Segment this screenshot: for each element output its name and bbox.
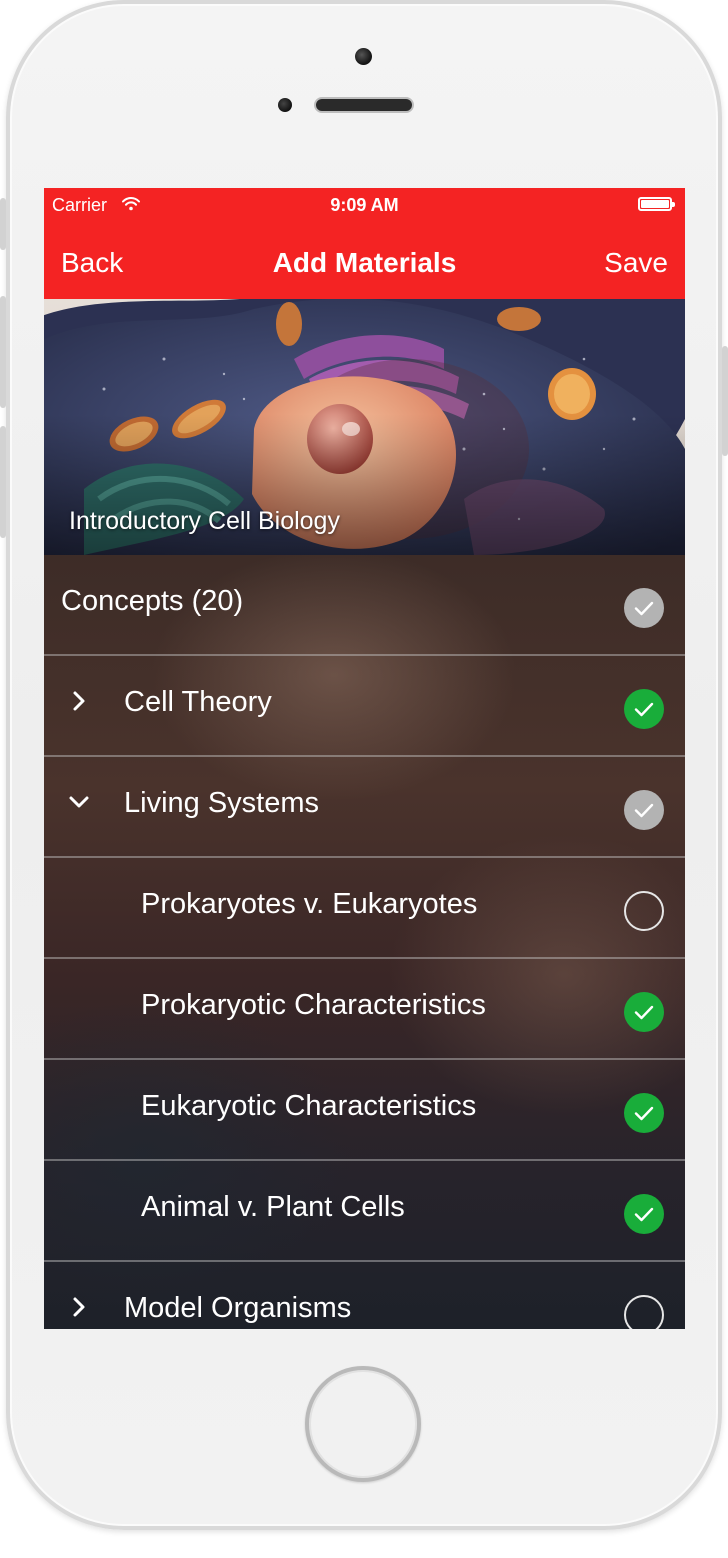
list-item-label: Prokaryotes v. Eukaryotes: [141, 888, 478, 920]
volume-up-button: [0, 296, 6, 408]
list-item[interactable]: Cell Theory: [44, 656, 685, 757]
chevron-down-icon[interactable]: [68, 791, 90, 813]
status-time: 9:09 AM: [330, 195, 399, 215]
list-item-label: Eukaryotic Characteristics: [141, 1090, 477, 1122]
chevron-right-icon[interactable]: [68, 690, 90, 712]
list-item[interactable]: Prokaryotes v. Eukaryotes: [44, 858, 685, 959]
proximity-sensor: [278, 98, 292, 112]
list-item-label: Model Organisms: [124, 1292, 352, 1324]
mute-switch: [0, 198, 6, 250]
checkmark-circle-icon[interactable]: [624, 1194, 664, 1234]
chevron-right-icon[interactable]: [68, 1296, 90, 1318]
header: Carrier 9:09 AM Back Add Materials Save: [44, 188, 685, 299]
checkmark-circle-icon[interactable]: [624, 689, 664, 729]
concepts-header-label: Concepts (20): [61, 585, 244, 617]
list-item-label: Cell Theory: [124, 686, 272, 718]
checkmark-circle-icon[interactable]: [624, 1093, 664, 1133]
list-item-label: Animal v. Plant Cells: [141, 1191, 405, 1223]
course-banner: Introductory Cell Biology: [44, 299, 685, 555]
list-item[interactable]: Living Systems: [44, 757, 685, 858]
checkmark-circle-icon[interactable]: [624, 992, 664, 1032]
partial-check-icon[interactable]: [624, 790, 664, 830]
status-bar: Carrier 9:09 AM: [44, 188, 685, 222]
course-title: Introductory Cell Biology: [69, 507, 340, 535]
list-item-label: Prokaryotic Characteristics: [141, 989, 486, 1021]
save-button[interactable]: Save: [604, 247, 668, 279]
page-title: Add Materials: [272, 247, 457, 278]
list-item[interactable]: Model Organisms: [44, 1262, 685, 1329]
power-button: [722, 346, 728, 456]
empty-check-circle-icon[interactable]: [624, 891, 664, 931]
nav-bar: Back Add Materials Save: [44, 232, 685, 292]
list-item[interactable]: Prokaryotic Characteristics: [44, 959, 685, 1060]
home-button[interactable]: [305, 1366, 421, 1482]
partial-check-icon[interactable]: [624, 588, 664, 628]
list-item[interactable]: Animal v. Plant Cells: [44, 1161, 685, 1262]
list-item-label: Living Systems: [124, 787, 320, 819]
concepts-header-row[interactable]: Concepts (20): [44, 555, 685, 656]
earpiece-speaker: [314, 97, 414, 113]
volume-down-button: [0, 426, 6, 538]
battery-icon: [638, 197, 675, 211]
front-camera: [355, 48, 372, 65]
empty-check-circle-icon[interactable]: [624, 1295, 664, 1329]
app-screen: Carrier 9:09 AM Back Add Materials Save: [44, 188, 685, 1329]
concepts-list: Concepts (20) Cell Theory Living Systems: [44, 555, 685, 1329]
list-item[interactable]: Eukaryotic Characteristics: [44, 1060, 685, 1161]
